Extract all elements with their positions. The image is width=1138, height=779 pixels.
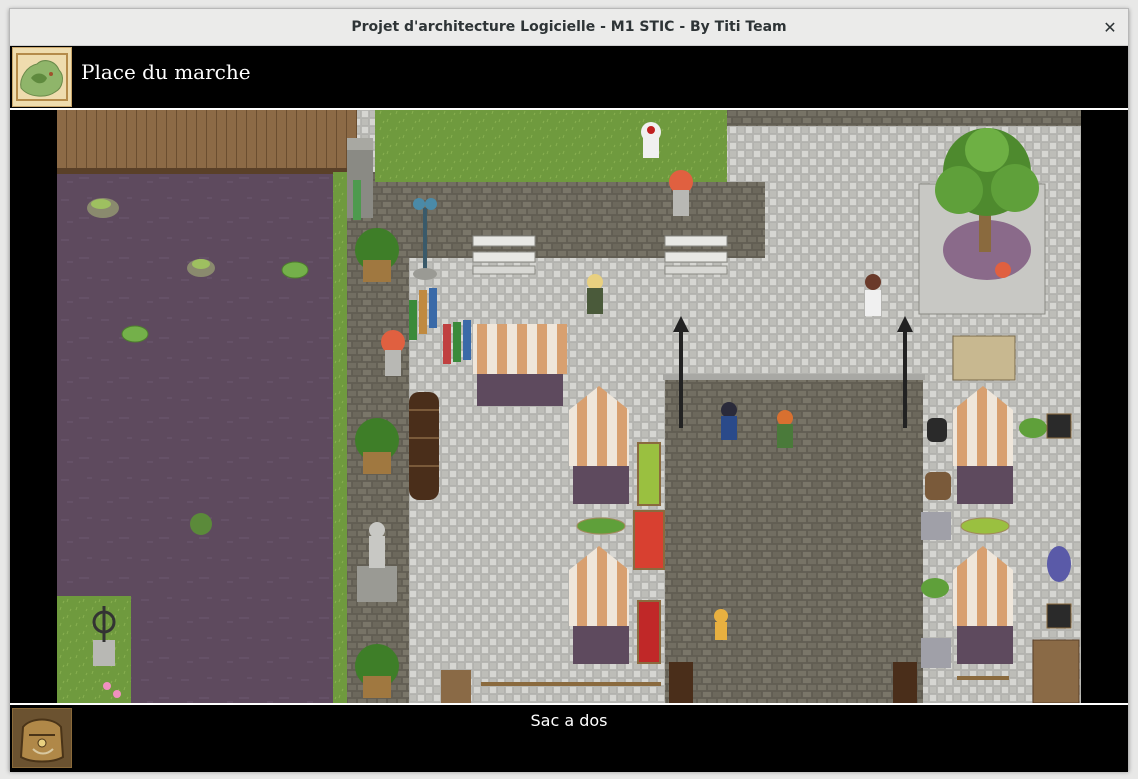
npc-redhead bbox=[777, 410, 793, 448]
inventory-title: Sac a dos bbox=[530, 711, 608, 730]
bench-1 bbox=[472, 235, 536, 275]
grass-strip bbox=[333, 172, 347, 703]
npc-ghost bbox=[641, 122, 661, 158]
market-stall-5 bbox=[953, 546, 1013, 664]
market-square bbox=[665, 378, 923, 703]
market-stall-2 bbox=[569, 386, 629, 504]
game-viewport[interactable] bbox=[10, 110, 1128, 703]
location-title: Place du marche bbox=[81, 60, 251, 84]
inventory-bar: Sac a dos bbox=[10, 703, 1128, 772]
close-icon[interactable]: ✕ bbox=[1098, 15, 1122, 39]
npc-child bbox=[714, 609, 728, 640]
bench-2 bbox=[664, 235, 728, 275]
grass-lawn-top bbox=[375, 110, 727, 182]
upper-terrace bbox=[375, 182, 765, 258]
location-header: Place du marche bbox=[10, 46, 1128, 110]
game-map bbox=[57, 110, 1081, 703]
game-window: Projet d'architecture Logicielle - M1 ST… bbox=[9, 8, 1129, 772]
barrel-stack bbox=[409, 392, 439, 500]
npc-white-coat bbox=[865, 274, 881, 316]
world-map-icon[interactable] bbox=[12, 47, 72, 107]
player-character bbox=[721, 402, 737, 440]
market-stall-1 bbox=[473, 324, 567, 406]
wooden-bridge bbox=[57, 110, 357, 172]
market-stall-3 bbox=[569, 546, 629, 664]
title-bar[interactable]: Projet d'architecture Logicielle - M1 ST… bbox=[10, 9, 1128, 46]
window-title: Projet d'architecture Logicielle - M1 ST… bbox=[351, 19, 787, 35]
market-stall-4 bbox=[953, 386, 1013, 504]
npc-blonde bbox=[587, 274, 603, 314]
